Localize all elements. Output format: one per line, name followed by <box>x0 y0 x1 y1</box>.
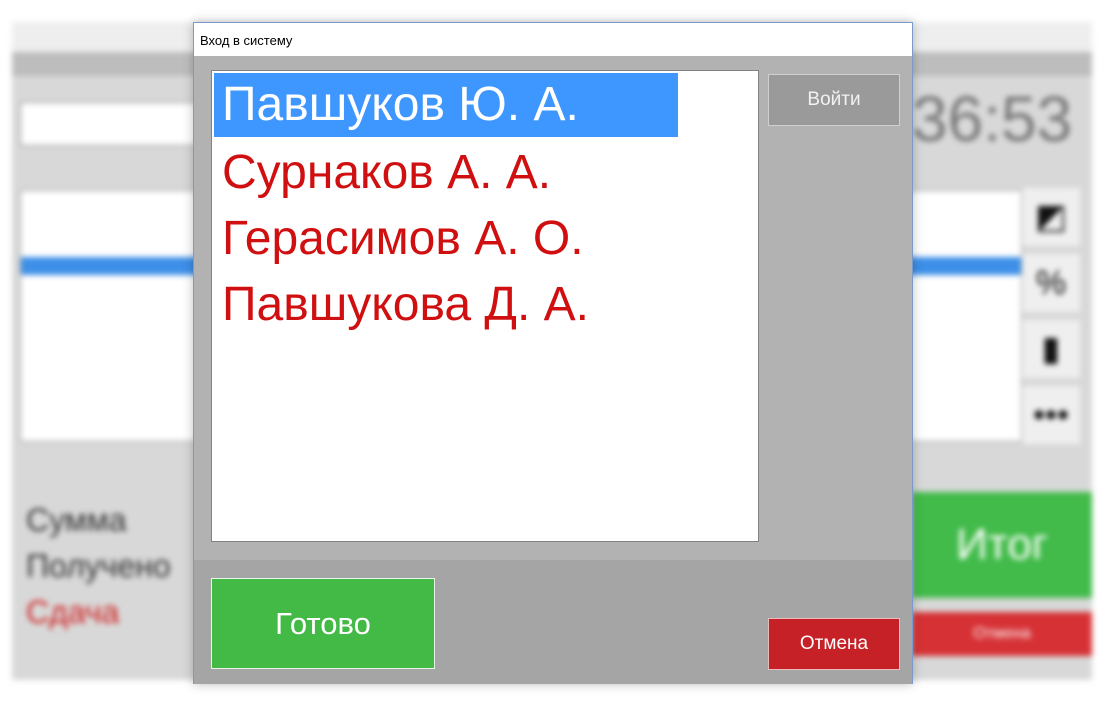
background-received-label: Получено <box>26 548 171 584</box>
dialog-titlebar: Вход в систему <box>194 23 912 56</box>
done-button[interactable]: Готово <box>211 578 435 669</box>
user-list-item-selected[interactable]: Павшуков Ю. А. <box>214 73 678 137</box>
background-cancel-button: Отмена <box>912 612 1092 656</box>
background-change-label: Сдача <box>26 594 120 630</box>
user-list-item[interactable]: Сурнаков А. А. <box>214 141 551 205</box>
cancel-button[interactable]: Отмена <box>768 618 900 670</box>
dialog-title: Вход в систему <box>200 33 293 48</box>
login-button[interactable]: Войти <box>768 74 900 126</box>
user-list-item[interactable]: Герасимов А. О. <box>214 207 584 271</box>
background-total-button: Итог <box>912 492 1092 598</box>
background-clock: 36:53 <box>912 83 1073 155</box>
background-more-icon: ••• <box>1022 386 1080 444</box>
background-edit-icon: ◩ <box>1022 188 1080 246</box>
background-sum-label: Сумма <box>26 502 127 538</box>
background-trash-icon: ▮ <box>1022 320 1080 378</box>
user-list-item[interactable]: Павшукова Д. А. <box>214 273 589 337</box>
login-dialog: Вход в систему Павшуков Ю. А. Сурнаков А… <box>193 22 913 684</box>
user-list[interactable]: Павшуков Ю. А. Сурнаков А. А. Герасимов … <box>211 70 759 542</box>
background-percent-icon: % <box>1022 254 1080 312</box>
